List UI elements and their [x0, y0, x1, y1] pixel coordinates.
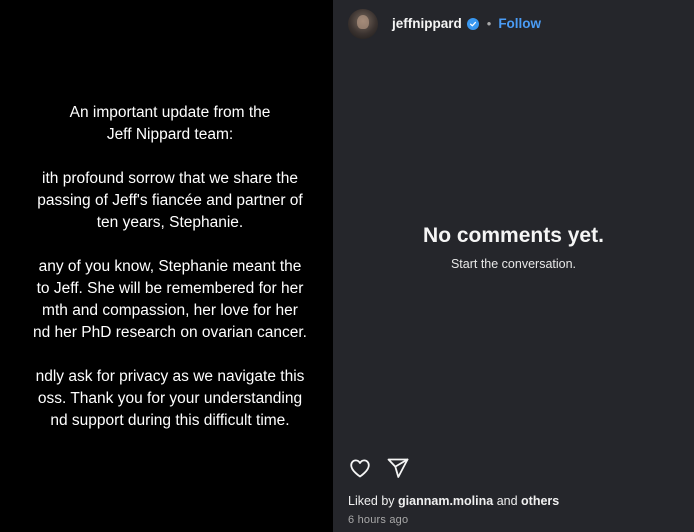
- likes-conjunction: and: [496, 494, 518, 508]
- post-text-line: nd support during this difficult time.: [50, 412, 290, 429]
- empty-comments-title: No comments yet.: [423, 224, 604, 247]
- share-button[interactable]: [386, 456, 410, 480]
- post-text-line: ith profound sorrow that we share the: [42, 170, 298, 187]
- liker-username[interactable]: giannam.molina: [398, 494, 493, 508]
- post-image: An important update from the Jeff Nippard…: [0, 0, 333, 532]
- post-text-paragraph: any of you know, Stephanie meant the to J…: [0, 256, 333, 344]
- post-text-line: mth and compassion, her love for her: [42, 302, 298, 319]
- separator-dot: •: [486, 16, 492, 31]
- post-text-paragraph: An important update from the Jeff Nippard…: [0, 102, 333, 146]
- post-text-line: An important update from the: [69, 104, 271, 121]
- post-header: jeffnippard • Follow: [333, 0, 694, 47]
- likes-prefix: Liked by: [348, 494, 395, 508]
- verified-badge-icon: [466, 17, 479, 30]
- like-button[interactable]: [348, 456, 372, 480]
- post-text-line: any of you know, Stephanie meant the: [38, 258, 302, 275]
- empty-comments-state: No comments yet. Start the conversation.: [333, 224, 694, 271]
- username-link[interactable]: jeffnippard: [392, 16, 462, 31]
- share-icon: [387, 458, 409, 478]
- post-viewer: An important update from the Jeff Nippard…: [0, 0, 694, 532]
- avatar[interactable]: [348, 8, 378, 39]
- post-text-line: oss. Thank you for your understanding: [37, 390, 303, 407]
- follow-button[interactable]: Follow: [498, 16, 541, 31]
- post-text-line: Jeff Nippard team:: [106, 126, 234, 143]
- post-side-panel: jeffnippard • Follow No comments yet. St…: [333, 0, 694, 532]
- post-text-line: ten years, Stephanie.: [96, 214, 244, 231]
- likes-summary: Liked by giannam.molina and others: [348, 494, 559, 508]
- post-text-line: to Jeff. She will be remembered for her: [36, 280, 304, 297]
- empty-comments-subtitle: Start the conversation.: [450, 257, 577, 271]
- post-text-line: ndly ask for privacy as we navigate this: [35, 368, 305, 385]
- post-image-text: An important update from the Jeff Nippard…: [0, 102, 333, 454]
- likes-others-link[interactable]: others: [521, 494, 559, 508]
- heart-icon: [350, 459, 370, 478]
- post-actions: [348, 456, 410, 480]
- post-timestamp: 6 hours ago: [348, 514, 409, 526]
- post-text-paragraph: ith profound sorrow that we share the pas…: [0, 168, 333, 234]
- post-text-line: nd her PhD research on ovarian cancer.: [33, 324, 307, 341]
- post-text-line: passing of Jeff's fiancée and partner of: [37, 192, 303, 209]
- post-text-paragraph: ndly ask for privacy as we navigate this…: [0, 366, 333, 432]
